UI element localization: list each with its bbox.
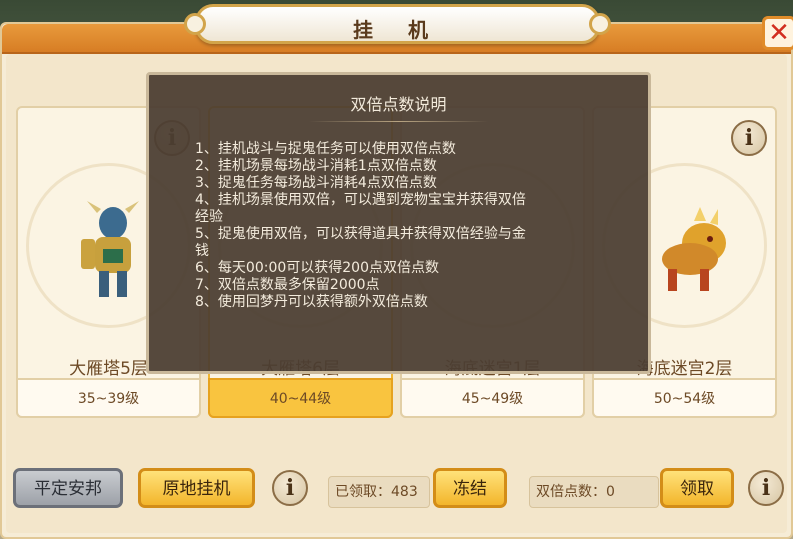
claim-button[interactable]: 领取 — [660, 468, 734, 508]
double-points-field: 双倍点数：0 — [529, 476, 659, 508]
dialog-line: 钱 — [195, 243, 209, 259]
dialog-title: 双倍点数说明 — [350, 95, 447, 114]
close-button[interactable]: ✕ — [762, 16, 793, 50]
info-icon[interactable]: i — [272, 470, 308, 506]
freeze-button[interactable]: 冻结 — [433, 468, 507, 508]
pingding-anbang-button[interactable]: 平定安邦 — [13, 468, 123, 508]
card-levels: 40~44级 — [208, 378, 393, 418]
dialog-line: 2、挂机场景每场战斗消耗1点双倍点数 — [195, 158, 437, 174]
card-levels: 50~54级 — [592, 378, 777, 418]
dialog-body: 1、挂机战斗与捉鬼任务可以使用双倍点数 2、挂机场景每场战斗消耗1点双倍点数 3… — [195, 141, 612, 311]
bull-demon-icon — [81, 201, 139, 297]
dialog-line: 8、使用回梦丹可以获得额外双倍点数 — [195, 294, 428, 310]
info-icon[interactable]: i — [748, 470, 784, 506]
close-icon: ✕ — [768, 18, 790, 48]
dialog-line: 经验 — [195, 209, 223, 225]
double-points-dialog: 双倍点数说明 1、挂机战斗与捉鬼任务可以使用双倍点数 2、挂机场景每场战斗消耗1… — [146, 72, 651, 374]
dialog-line: 1、挂机战斗与捉鬼任务可以使用双倍点数 — [195, 141, 456, 157]
card-levels: 45~49级 — [400, 378, 585, 418]
dialog-divider — [309, 121, 488, 122]
dialog-line: 6、每天00:00可以获得200点双倍点数 — [195, 260, 439, 276]
dialog-line: 7、双倍点数最多保留2000点 — [195, 277, 380, 293]
window-title: 挂 机 — [353, 18, 442, 42]
title-plaque: 挂 机 — [184, 4, 611, 44]
dialog-line: 3、捉鬼任务每场战斗消耗4点双倍点数 — [195, 175, 437, 191]
yuandi-guaji-button[interactable]: 原地挂机 — [138, 468, 255, 508]
card-levels: 35~39级 — [16, 378, 201, 418]
received-count-field: 已领取：483 — [328, 476, 430, 508]
dialog-line: 4、挂机场景使用双倍，可以遇到宠物宝宝并获得双倍 — [195, 192, 526, 208]
golden-lion-icon — [662, 207, 726, 291]
info-icon[interactable]: i — [731, 120, 767, 156]
dialog-line: 5、捉鬼使用双倍，可以获得道具并获得双倍经验与金 — [195, 226, 526, 242]
